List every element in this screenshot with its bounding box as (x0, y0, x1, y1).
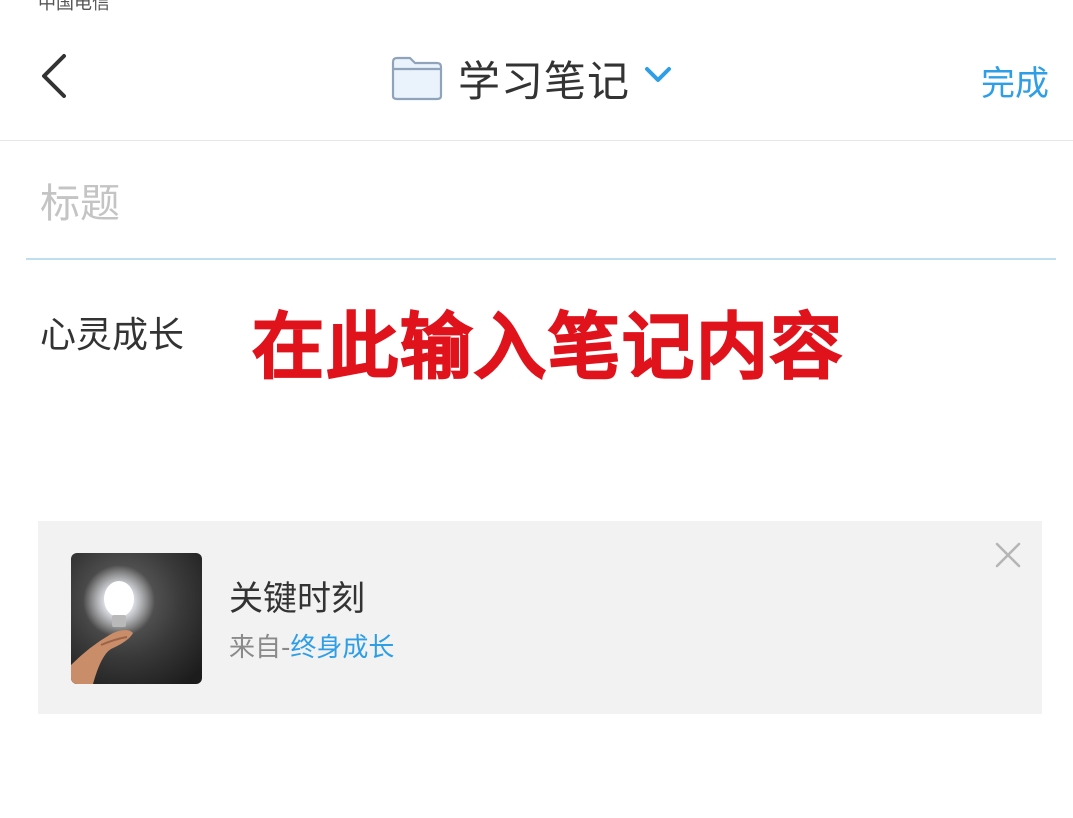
folder-name: 学习笔记 (458, 56, 631, 106)
folder-icon (391, 56, 443, 101)
chevron-left-icon (42, 54, 66, 98)
navigation-bar: 学习笔记 完成 (0, 0, 1073, 141)
title-input[interactable] (26, 150, 1056, 260)
reference-title: 关键时刻 (229, 579, 365, 619)
close-reference-button[interactable] (994, 541, 1022, 569)
reference-card[interactable]: 关键时刻 来自-终身成长 (38, 521, 1042, 714)
light-bulb-in-hand-image (71, 553, 202, 684)
done-button[interactable]: 完成 (981, 56, 1049, 105)
folder-selector[interactable]: 学习笔记 (390, 46, 676, 110)
reference-source-prefix: 来自- (229, 633, 291, 663)
reference-source: 来自-终身成长 (229, 627, 394, 664)
note-editor-screen: 中国电信 学习笔记 完成 心灵成长 在此输入笔记内容 (0, 0, 1073, 818)
note-body-text[interactable]: 心灵成长 (40, 306, 184, 358)
close-icon (995, 542, 1021, 568)
back-button[interactable] (30, 44, 84, 108)
overlay-annotation: 在此输入笔记内容 (251, 304, 845, 390)
reference-source-link[interactable]: 终身成长 (290, 633, 394, 663)
chevron-down-icon (645, 67, 672, 82)
